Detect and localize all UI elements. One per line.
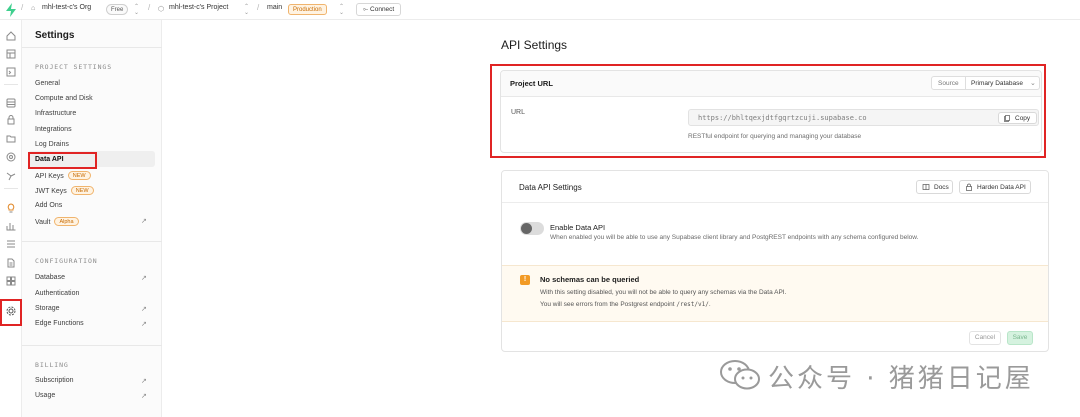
api-docs-icon[interactable] — [5, 257, 17, 269]
project-icon: ⬡ — [158, 6, 165, 13]
sidebar-item-infrastructure[interactable]: Infrastructure — [35, 110, 76, 117]
project-name[interactable]: mhl-test-c's Project — [169, 4, 228, 11]
integrations-icon[interactable] — [5, 275, 17, 287]
section-header-billing: BILLING — [35, 361, 69, 369]
project-url-highlight-box — [490, 64, 1046, 158]
card-header: Data API Settings Docs Harden Data API — [502, 171, 1048, 203]
sidebar-item-jwt-keys[interactable]: JWT Keys NEW — [35, 186, 94, 195]
sidebar-item-label: Vault — [35, 219, 51, 226]
sidebar-item-general[interactable]: General — [35, 80, 60, 87]
warning-icon: ! — [520, 275, 530, 285]
sidebar-item-api-keys[interactable]: API Keys NEW — [35, 171, 91, 180]
sidebar-item-usage[interactable]: Usage — [35, 392, 55, 399]
settings-sidebar: Settings PROJECT SETTINGS General Comput… — [22, 20, 162, 417]
watermark: 公众号 · 猪猪日记屋 — [718, 357, 1048, 394]
org-plan-badge: Free — [106, 4, 129, 15]
sql-editor-icon[interactable] — [5, 66, 17, 78]
rail-divider — [4, 84, 18, 85]
warning-callout: ! No schemas can be queried With this se… — [502, 265, 1048, 322]
connect-label: Connect — [370, 6, 395, 13]
harden-label: Harden Data API — [977, 184, 1026, 191]
breadcrumb-separator: / — [148, 3, 151, 12]
sidebar-divider — [22, 47, 162, 48]
external-link-icon: ↗ — [141, 393, 147, 400]
docs-button[interactable]: Docs — [916, 180, 953, 194]
authentication-icon[interactable] — [5, 114, 17, 126]
advisors-icon[interactable] — [5, 202, 17, 214]
sidebar-item-vault[interactable]: Vault Alpha — [35, 217, 79, 226]
wechat-icon — [720, 360, 760, 390]
edge-functions-icon[interactable] — [5, 151, 17, 163]
supabase-logo-icon[interactable] — [5, 3, 17, 17]
sidebar-item-integrations[interactable]: Integrations — [35, 126, 72, 133]
connect-button[interactable]: ⟜ Connect — [356, 3, 402, 16]
breadcrumb-separator: / — [257, 3, 260, 12]
icon-rail — [0, 20, 22, 417]
warning-line-2-end: . — [708, 301, 711, 308]
sidebar-item-authentication[interactable]: Authentication — [35, 290, 79, 297]
table-editor-icon[interactable] — [5, 48, 17, 60]
save-button[interactable]: Save — [1007, 331, 1033, 345]
settings-gear-icon[interactable] — [5, 305, 17, 317]
warning-line-2: You will see errors from the Postgrest e… — [540, 301, 711, 308]
sidebar-item-edge-functions[interactable]: Edge Functions — [35, 320, 84, 327]
docs-label: Docs — [934, 184, 949, 191]
top-bar: / ⌂ mhl-test-c's Org Free ⌃ ⌄ / ⬡ mhl-tes… — [0, 0, 1080, 20]
sidebar-divider — [22, 241, 162, 242]
branch-switcher-icon[interactable]: ⌃ ⌄ — [339, 4, 344, 16]
project-switcher-icon[interactable]: ⌃ ⌄ — [244, 4, 249, 16]
book-icon — [922, 184, 930, 190]
reports-icon[interactable] — [5, 220, 17, 232]
enable-data-api-toggle[interactable] — [520, 222, 544, 235]
external-link-icon: ↗ — [141, 218, 147, 225]
org-switcher-icon[interactable]: ⌃ ⌄ — [134, 4, 139, 16]
lock-icon — [966, 183, 972, 191]
warning-title: No schemas can be queried — [540, 275, 640, 284]
watermark-text: 公众号 · 猪猪日记屋 — [768, 364, 1034, 394]
warning-line-1: With this setting disabled, you will not… — [540, 289, 787, 296]
sidebar-item-compute-disk[interactable]: Compute and Disk — [35, 95, 93, 102]
warning-line-2-text: You will see errors from the Postgrest e… — [540, 301, 677, 308]
harden-data-api-button[interactable]: Harden Data API — [959, 180, 1031, 194]
sidebar-item-storage[interactable]: Storage — [35, 305, 60, 312]
external-link-icon: ↗ — [141, 321, 147, 328]
sidebar-item-add-ons[interactable]: Add Ons — [35, 202, 62, 209]
toggle-knob — [521, 223, 532, 234]
new-badge: NEW — [70, 186, 94, 195]
sidebar-item-data-api[interactable]: Data API — [35, 156, 64, 163]
sidebar-item-label: JWT Keys — [35, 188, 67, 195]
database-icon[interactable] — [5, 97, 17, 109]
data-api-settings-card: Data API Settings Docs Harden Data API E… — [501, 170, 1049, 352]
rail-divider — [4, 188, 18, 189]
page-title: API Settings — [501, 38, 568, 52]
branch-name[interactable]: main — [267, 4, 282, 11]
enable-data-api-description: When enabled you will be able to use any… — [550, 234, 919, 241]
sidebar-item-label: API Keys — [35, 173, 64, 180]
section-header-project-settings: PROJECT SETTINGS — [35, 63, 113, 71]
external-link-icon: ↗ — [141, 378, 147, 385]
enable-data-api-title: Enable Data API — [550, 223, 606, 232]
storage-icon[interactable] — [5, 132, 17, 144]
external-link-icon: ↗ — [141, 306, 147, 313]
section-header-configuration: CONFIGURATION — [35, 257, 98, 265]
org-name[interactable]: mhl-test-c's Org — [42, 4, 91, 11]
sidebar-item-log-drains[interactable]: Log Drains — [35, 141, 69, 148]
breadcrumb-separator: / — [21, 3, 24, 12]
branch-badge: Production — [288, 4, 327, 15]
org-icon: ⌂ — [31, 5, 36, 12]
sidebar-title: Settings — [35, 30, 75, 41]
realtime-icon[interactable] — [5, 170, 17, 182]
logs-icon[interactable] — [5, 238, 17, 250]
plug-icon: ⟜ — [363, 6, 371, 13]
cancel-button[interactable]: Cancel — [969, 331, 1001, 345]
new-badge: NEW — [67, 171, 91, 180]
card-title: Data API Settings — [519, 183, 582, 192]
sidebar-item-subscription[interactable]: Subscription — [35, 377, 74, 384]
sidebar-item-database[interactable]: Database — [35, 274, 65, 281]
alpha-badge: Alpha — [54, 217, 79, 226]
sidebar-divider — [22, 345, 162, 346]
rest-endpoint-code: /rest/v1/ — [676, 301, 709, 308]
external-link-icon: ↗ — [141, 275, 147, 282]
home-icon[interactable] — [5, 30, 17, 42]
